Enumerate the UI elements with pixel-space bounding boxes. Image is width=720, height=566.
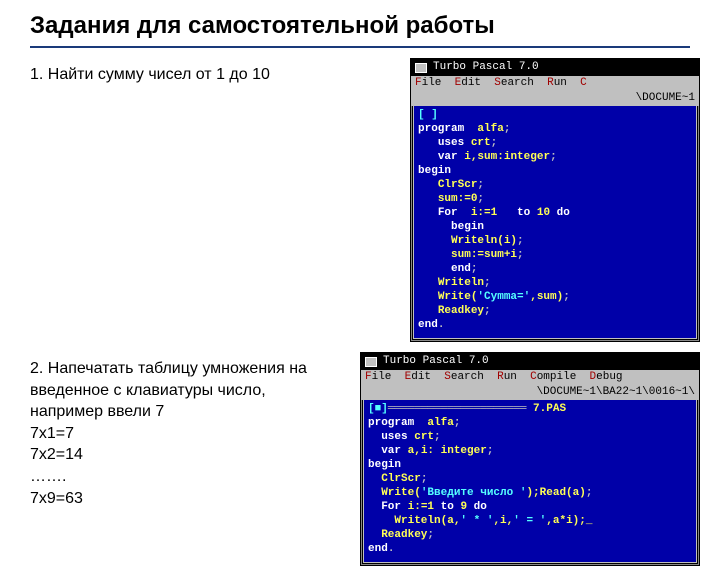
task-2-row: 2. Напечатать таблицу умножения на введе… [0, 352, 720, 566]
ide2-pathbar: \DOCUME~1\BA22~1\0016~1\ [361, 385, 699, 400]
ide2-menubar[interactable]: File Edit Search Run Compile Debug [361, 370, 699, 385]
ide-window-2: Turbo Pascal 7.0 File Edit Search Run Co… [360, 352, 700, 566]
content: 1. Найти сумму чисел от 1 до 10 Turbo Pa… [0, 58, 720, 566]
ide2-title: Turbo Pascal 7.0 [383, 355, 489, 368]
title-underline [30, 46, 690, 48]
ide1-title: Turbo Pascal 7.0 [433, 61, 539, 74]
ide-window-1: Turbo Pascal 7.0 File Edit Search Run C … [410, 58, 700, 342]
ide1-menubar[interactable]: File Edit Search Run C [411, 76, 699, 91]
window-icon [415, 63, 427, 73]
ide2-editor[interactable]: [■]═════════════════════ 7.PAS program a… [363, 400, 697, 563]
ide2-titlebar: Turbo Pascal 7.0 [361, 353, 699, 370]
ide1-titlebar: Turbo Pascal 7.0 [411, 59, 699, 76]
ide1-pathbar: \DOCUME~1 [411, 91, 699, 106]
task-2-text: 2. Напечатать таблицу умножения на введе… [30, 352, 360, 509]
task-1-text: 1. Найти сумму чисел от 1 до 10 [30, 58, 410, 86]
window-icon [365, 357, 377, 367]
ide1-editor[interactable]: [ ] program alfa; uses crt; var i,sum:in… [413, 106, 697, 339]
task-1-row: 1. Найти сумму чисел от 1 до 10 Turbo Pa… [0, 58, 720, 342]
page-title: Задания для самостоятельной работы [0, 0, 720, 46]
